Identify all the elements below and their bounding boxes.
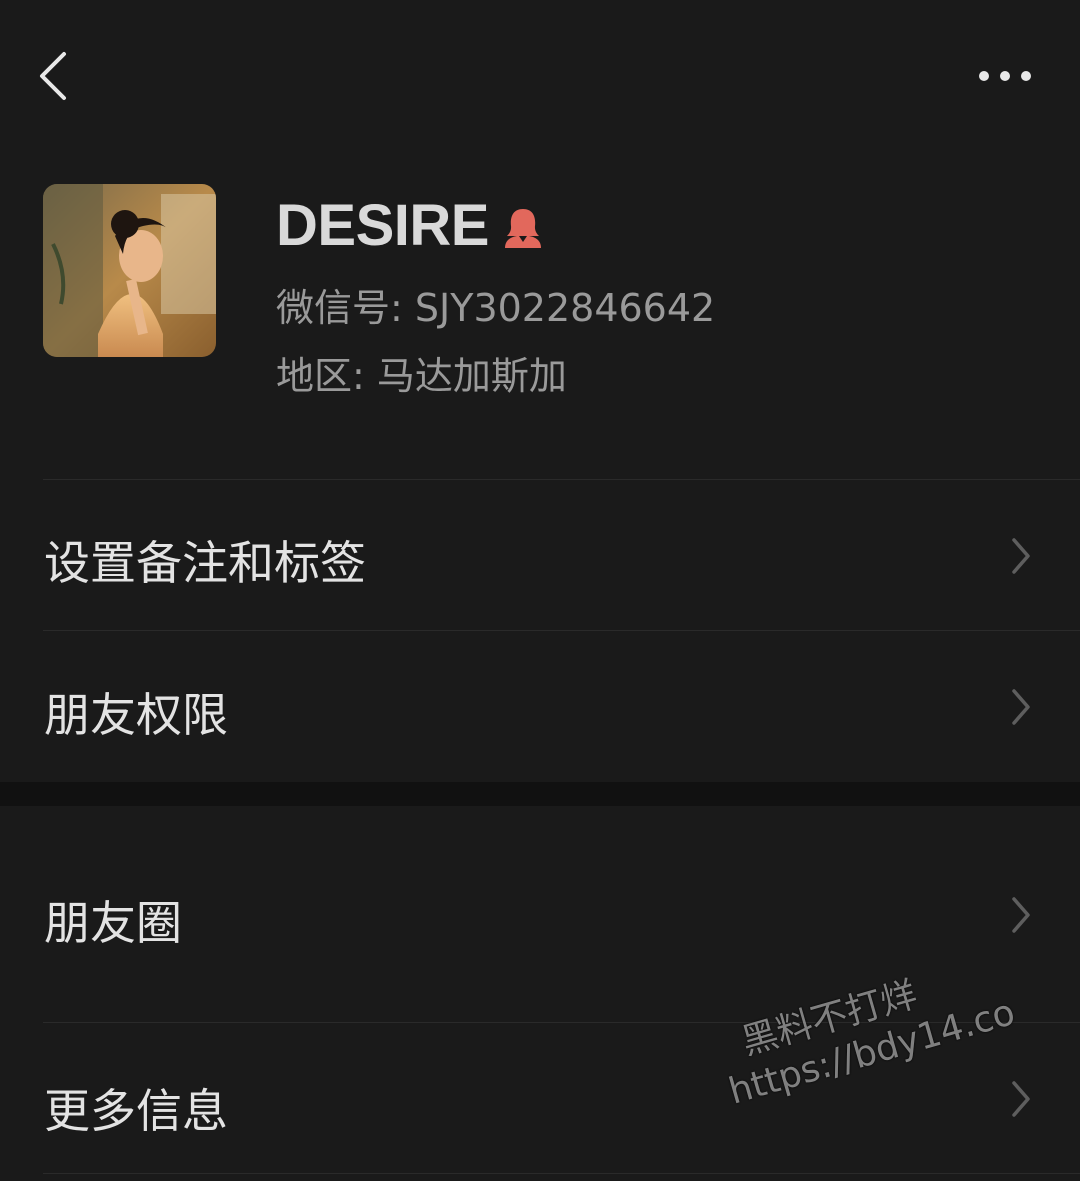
- more-dots-icon: [979, 71, 1031, 81]
- chevron-left-icon: [40, 52, 66, 100]
- more-info-row[interactable]: 更多信息: [0, 1023, 1080, 1173]
- region-label: 地区:: [276, 354, 365, 398]
- female-icon: [504, 209, 541, 248]
- section-gap: [0, 782, 1080, 806]
- chevron-right-icon: [1012, 689, 1030, 725]
- name-row: DESIRE: [276, 190, 545, 260]
- region-line: 地区: 马达加斯加: [276, 345, 567, 400]
- moments-label: 朋友圈: [44, 896, 182, 950]
- wechat-id-value[interactable]: SJY3022846642: [415, 286, 715, 330]
- divider: [43, 1173, 1080, 1174]
- chevron-right-icon: [1012, 538, 1030, 574]
- moments-row[interactable]: 朋友圈: [0, 806, 1080, 1022]
- set-remark-tags-label: 设置备注和标签: [44, 536, 366, 590]
- chevron-right-icon: [1012, 897, 1030, 933]
- more-options-button[interactable]: [970, 58, 1040, 94]
- profile-header: DESIRE 微信号: SJY3022846642 地区: 马达加斯加: [0, 150, 1080, 480]
- chevron-right-icon: [1012, 1081, 1030, 1117]
- more-info-label: 更多信息: [44, 1084, 228, 1138]
- friend-permissions-label: 朋友权限: [44, 688, 228, 742]
- friend-permissions-row[interactable]: 朋友权限: [0, 631, 1080, 782]
- avatar[interactable]: [43, 184, 216, 357]
- wechat-id-label: 微信号:: [276, 286, 403, 330]
- top-bar: [0, 0, 1080, 150]
- set-remark-tags-row[interactable]: 设置备注和标签: [0, 480, 1080, 630]
- profile-name: DESIRE: [276, 192, 489, 258]
- region-value: 马达加斯加: [376, 354, 567, 398]
- wechat-id-line: 微信号: SJY3022846642: [276, 277, 715, 332]
- back-button[interactable]: [30, 48, 80, 104]
